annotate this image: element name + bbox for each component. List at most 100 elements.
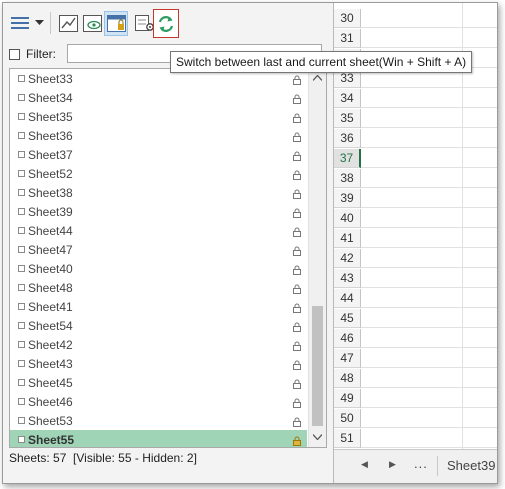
sheet-list-item[interactable]: Sheet43 bbox=[10, 354, 307, 373]
sheet-tab[interactable]: Sheet39 bbox=[447, 458, 495, 473]
row-header[interactable]: 46 bbox=[334, 329, 361, 348]
grid-row[interactable] bbox=[361, 269, 497, 288]
tab-prev-icon[interactable]: ◀ bbox=[361, 459, 368, 470]
sheet-list-item[interactable]: Sheet34 bbox=[10, 88, 307, 107]
lock-icon[interactable] bbox=[292, 397, 302, 411]
row-header[interactable]: 38 bbox=[334, 169, 361, 188]
sheet-list-item[interactable]: Sheet46 bbox=[10, 392, 307, 411]
lock-icon[interactable] bbox=[292, 93, 302, 107]
grid-row[interactable] bbox=[361, 389, 497, 408]
grid-row[interactable] bbox=[361, 309, 497, 328]
lock-icon[interactable] bbox=[292, 150, 302, 164]
row-header[interactable]: 36 bbox=[334, 129, 361, 148]
sheet-checkbox[interactable] bbox=[18, 398, 25, 405]
row-header[interactable]: 34 bbox=[334, 89, 361, 108]
lock-icon[interactable] bbox=[292, 283, 302, 297]
chevron-down-icon[interactable] bbox=[33, 15, 45, 31]
row-header[interactable]: 47 bbox=[334, 349, 361, 368]
sheet-view-icon[interactable] bbox=[81, 12, 103, 34]
sheet-chart-icon[interactable] bbox=[57, 12, 79, 34]
grid-row[interactable] bbox=[361, 329, 497, 348]
sheet-list-item[interactable]: Sheet54 bbox=[10, 316, 307, 335]
grid-row[interactable] bbox=[361, 249, 497, 268]
sheet-checkbox[interactable] bbox=[18, 75, 25, 82]
grid-row[interactable] bbox=[361, 129, 497, 148]
lock-icon[interactable] bbox=[292, 264, 302, 278]
grid-row[interactable] bbox=[361, 209, 497, 228]
sheet-list-item[interactable]: Sheet47 bbox=[10, 240, 307, 259]
lock-icon[interactable] bbox=[292, 207, 302, 221]
sheet-list-item[interactable]: Sheet37 bbox=[10, 145, 307, 164]
grid-row[interactable] bbox=[361, 89, 497, 108]
menu-list-icon[interactable] bbox=[9, 12, 31, 34]
sheet-list-item[interactable]: Sheet40 bbox=[10, 259, 307, 278]
row-header[interactable]: 49 bbox=[334, 389, 361, 408]
lock-icon[interactable] bbox=[292, 378, 302, 392]
sheet-checkbox[interactable] bbox=[18, 360, 25, 367]
lock-icon[interactable] bbox=[292, 321, 302, 335]
lock-icon[interactable] bbox=[292, 188, 302, 202]
grid-row[interactable] bbox=[361, 149, 497, 168]
scroll-thumb[interactable] bbox=[312, 306, 323, 426]
row-header[interactable]: 50 bbox=[334, 409, 361, 428]
sheet-list-item[interactable]: Sheet36 bbox=[10, 126, 307, 145]
sheet-checkbox[interactable] bbox=[18, 341, 25, 348]
row-header[interactable]: 30 bbox=[334, 9, 361, 28]
lock-icon[interactable] bbox=[292, 302, 302, 316]
lock-icon[interactable] bbox=[292, 435, 302, 447]
row-header[interactable]: 48 bbox=[334, 369, 361, 388]
sheet-list-item[interactable]: Sheet52 bbox=[10, 164, 307, 183]
grid-row[interactable] bbox=[361, 29, 497, 48]
grid-row[interactable] bbox=[361, 169, 497, 188]
lock-icon[interactable] bbox=[292, 416, 302, 430]
sheet-checkbox[interactable] bbox=[18, 303, 25, 310]
row-header[interactable]: 51 bbox=[334, 429, 361, 448]
sheet-list-item[interactable]: Sheet44 bbox=[10, 221, 307, 240]
sheet-list-item[interactable]: Sheet45 bbox=[10, 373, 307, 392]
row-header[interactable]: 41 bbox=[334, 229, 361, 248]
lock-icon[interactable] bbox=[292, 112, 302, 126]
sheet-list-item[interactable]: Sheet53 bbox=[10, 411, 307, 430]
lock-icon[interactable] bbox=[292, 359, 302, 373]
row-header[interactable]: 35 bbox=[334, 109, 361, 128]
grid-row[interactable] bbox=[361, 429, 497, 448]
sheet-list-item[interactable]: Sheet38 bbox=[10, 183, 307, 202]
row-header[interactable]: 40 bbox=[334, 209, 361, 228]
sheet-checkbox[interactable] bbox=[18, 208, 25, 215]
row-header[interactable]: 43 bbox=[334, 269, 361, 288]
sheet-checkbox[interactable] bbox=[18, 227, 25, 234]
sheet-checkbox[interactable] bbox=[18, 94, 25, 101]
row-header[interactable]: 37 bbox=[334, 149, 361, 168]
sheet-checkbox[interactable] bbox=[18, 246, 25, 253]
row-header[interactable]: 44 bbox=[334, 289, 361, 308]
grid-row[interactable] bbox=[361, 369, 497, 388]
grid-row[interactable] bbox=[361, 409, 497, 428]
lock-icon[interactable] bbox=[292, 169, 302, 183]
grid-row[interactable] bbox=[361, 109, 497, 128]
sheet-list-item[interactable]: Sheet42 bbox=[10, 335, 307, 354]
sheet-checkbox[interactable] bbox=[18, 189, 25, 196]
grid-row[interactable] bbox=[361, 9, 497, 28]
row-header[interactable]: 42 bbox=[334, 249, 361, 268]
row-header[interactable]: 45 bbox=[334, 309, 361, 328]
lock-icon[interactable] bbox=[292, 340, 302, 354]
sheet-list-item[interactable]: Sheet41 bbox=[10, 297, 307, 316]
grid-row[interactable] bbox=[361, 349, 497, 368]
scroll-down-icon[interactable] bbox=[309, 428, 326, 445]
sheet-checkbox[interactable] bbox=[18, 284, 25, 291]
sheet-checkbox[interactable] bbox=[18, 417, 25, 424]
sheet-checkbox[interactable] bbox=[18, 151, 25, 158]
row-header[interactable]: 31 bbox=[334, 29, 361, 48]
sheet-checkbox[interactable] bbox=[18, 265, 25, 272]
sheet-list-item[interactable]: Sheet48 bbox=[10, 278, 307, 297]
lock-icon[interactable] bbox=[292, 226, 302, 240]
sheet-checkbox[interactable] bbox=[18, 436, 25, 443]
sheet-checkbox[interactable] bbox=[18, 170, 25, 177]
grid-row[interactable] bbox=[361, 229, 497, 248]
vertical-scrollbar[interactable] bbox=[308, 69, 326, 447]
tab-more-button[interactable]: ... bbox=[414, 456, 428, 471]
sheet-checkbox[interactable] bbox=[18, 322, 25, 329]
sheet-list-item[interactable]: Sheet55 bbox=[10, 430, 307, 447]
sheet-list-item[interactable]: Sheet39 bbox=[10, 202, 307, 221]
sheet-list-item[interactable]: Sheet35 bbox=[10, 107, 307, 126]
